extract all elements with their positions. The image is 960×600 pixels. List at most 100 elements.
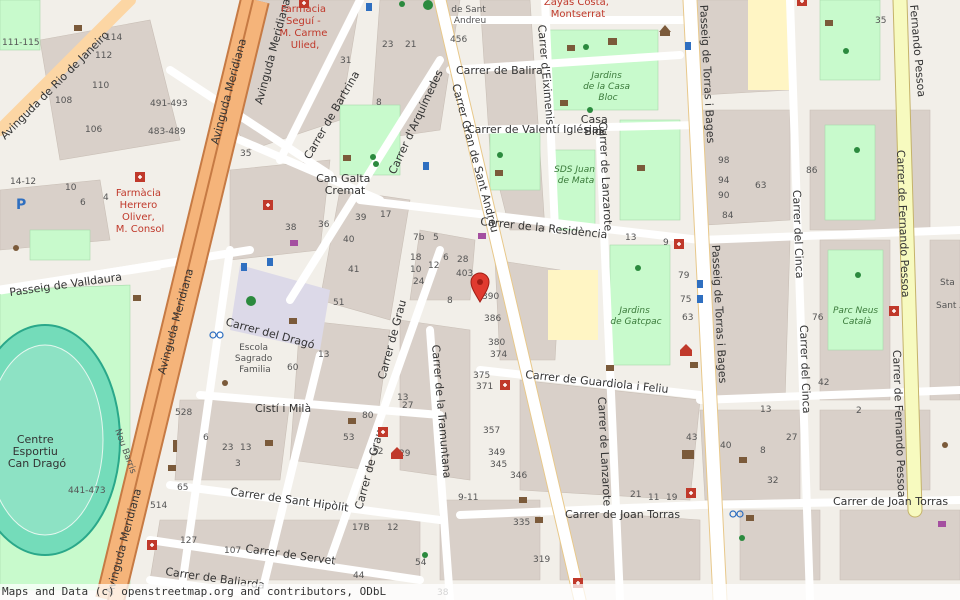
svg-text:17: 17 [380,210,391,220]
svg-text:80: 80 [362,411,374,421]
svg-text:44: 44 [353,571,365,581]
svg-text:38: 38 [285,223,297,233]
svg-text:63: 63 [755,181,766,191]
svg-text:27: 27 [786,433,797,443]
svg-text:319: 319 [533,555,550,565]
svg-text:514: 514 [150,501,167,511]
svg-text:24: 24 [413,277,425,287]
parking-icon[interactable]: P [16,197,26,213]
svg-text:18: 18 [410,253,422,263]
svg-text:31: 31 [340,56,351,66]
svg-text:35: 35 [240,149,251,159]
pharmacy-icon[interactable] [299,0,309,8]
svg-text:86: 86 [806,166,818,176]
bank-icon [608,38,617,45]
svg-text:32: 32 [372,447,383,457]
svg-text:8: 8 [376,98,382,108]
svg-text:106: 106 [85,125,102,135]
svg-text:528: 528 [175,408,192,418]
svg-text:98: 98 [718,156,730,166]
svg-text:112: 112 [95,51,112,61]
svg-text:40: 40 [720,441,732,451]
svg-text:3: 3 [235,459,241,469]
svg-text:9: 9 [663,238,669,248]
svg-text:107: 107 [224,546,241,556]
label-balira: Carrer de Balira [456,64,543,77]
poi-sds-juan: SDS Juan de Mata [554,165,598,186]
plaza-sds [548,270,598,340]
pharmacy-icon[interactable] [147,540,157,550]
label-joan-torras-2: Carrer de Joan Torras [833,495,948,508]
monument-icon [173,440,177,452]
poi-can-galta: Can Galta Cremat [316,172,374,197]
svg-text:403: 403 [456,269,473,279]
svg-text:12: 12 [387,523,398,533]
label-cisti: Cistí i Milà [255,402,311,415]
svg-text:90: 90 [718,191,730,201]
svg-text:7b: 7b [413,233,425,243]
svg-text:335: 335 [513,518,530,528]
svg-text:8: 8 [447,296,453,306]
pharmacy-icon[interactable] [889,306,899,316]
map-view[interactable]: Avinguda Meridiana Avinguda Meridiana Av… [0,0,960,600]
svg-text:374: 374 [490,350,507,360]
svg-text:6: 6 [443,253,449,263]
svg-text:35: 35 [875,16,886,26]
svg-text:14-12: 14-12 [10,177,36,187]
svg-text:375: 375 [473,371,490,381]
pharmacy-icon[interactable] [797,0,807,6]
svg-text:456: 456 [450,35,467,45]
svg-text:13: 13 [240,443,251,453]
svg-text:2: 2 [856,406,862,416]
svg-text:28: 28 [457,255,469,265]
svg-text:19: 19 [666,493,678,503]
svg-text:11: 11 [648,493,659,503]
svg-text:36: 36 [318,220,330,230]
pharmacy-icon[interactable] [135,172,145,182]
svg-text:P: P [16,197,26,213]
svg-text:111-115: 111-115 [2,38,40,48]
svg-text:8: 8 [760,446,766,456]
svg-text:10: 10 [65,183,77,193]
pharmacy-icon[interactable] [674,239,684,249]
svg-text:39: 39 [355,213,367,223]
svg-text:380: 380 [488,338,505,348]
svg-text:84: 84 [722,211,734,221]
poi-sant-andreu: de Sant Andreu [451,5,488,26]
svg-text:32: 32 [767,476,778,486]
svg-text:79: 79 [678,271,690,281]
svg-text:108: 108 [55,96,72,106]
pharmacy-icon[interactable] [378,427,388,437]
poi-zayas: Zayas Costa, Montserrat [544,0,612,20]
svg-text:4: 4 [103,193,109,203]
svg-text:5: 5 [433,233,439,243]
svg-text:441-473: 441-473 [68,486,106,496]
svg-text:110: 110 [92,81,109,91]
pharmacy-icon[interactable] [686,488,696,498]
svg-text:60: 60 [287,363,299,373]
svg-text:75: 75 [680,295,691,305]
svg-text:386: 386 [484,314,501,324]
map-canvas[interactable]: Avinguda Meridiana Avinguda Meridiana Av… [0,0,960,600]
pharmacy-icon[interactable] [500,380,510,390]
svg-text:65: 65 [177,483,188,493]
svg-text:13: 13 [625,233,636,243]
pharmacy-icon[interactable] [263,200,273,210]
svg-text:23: 23 [222,443,233,453]
svg-text:13: 13 [760,405,771,415]
svg-text:491-493: 491-493 [150,99,188,109]
svg-text:40: 40 [343,235,355,245]
svg-text:76: 76 [812,313,824,323]
svg-text:54: 54 [415,558,427,568]
svg-text:13: 13 [397,393,408,403]
map-attribution: Maps and Data (c) openstreetmap.org and … [0,584,960,600]
svg-text:21: 21 [630,490,641,500]
svg-text:10: 10 [410,265,422,275]
svg-text:114: 114 [105,33,122,43]
svg-text:12: 12 [428,261,439,271]
svg-text:42: 42 [818,378,829,388]
svg-text:13: 13 [318,350,329,360]
svg-text:23: 23 [382,40,393,50]
svg-text:51: 51 [333,298,344,308]
poi-escola-drago: Escola Sagrado Familia [235,343,275,375]
